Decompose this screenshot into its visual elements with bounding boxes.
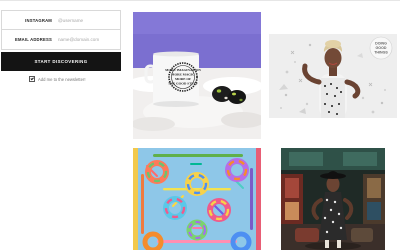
instagram-field[interactable]: INSTAGRAM bbox=[1, 10, 121, 31]
badge-line-3: THINGS bbox=[374, 51, 388, 55]
email-label: EMAIL ADDRESS bbox=[14, 37, 52, 42]
start-discovering-button[interactable]: START DISCOVERING bbox=[1, 52, 121, 71]
room-image bbox=[281, 148, 385, 250]
instagram-input[interactable] bbox=[56, 11, 120, 30]
mug-print-line-2: MORE MAGIC bbox=[171, 73, 195, 77]
newsletter-label: Add me to the newsletter! bbox=[38, 76, 86, 82]
portrait-image: DOING GOOD THINGS bbox=[269, 34, 397, 118]
instagram-label: INSTAGRAM bbox=[25, 18, 52, 23]
mug-print-line-3: MORE OF bbox=[175, 77, 191, 81]
badge-line-2: GOOD bbox=[376, 46, 387, 50]
email-field[interactable]: EMAIL ADDRESS bbox=[1, 29, 121, 50]
mug-photo[interactable]: MORE IMAGINATION MORE MAGIC MORE OF THE … bbox=[133, 12, 261, 139]
badge-line-1: DOING bbox=[375, 42, 387, 46]
newsletter-checkbox[interactable] bbox=[29, 76, 35, 82]
mug-image: MORE IMAGINATION MORE MAGIC MORE OF THE … bbox=[133, 12, 261, 139]
bagels-photo[interactable] bbox=[133, 148, 261, 250]
top-divider bbox=[0, 0, 400, 1]
portrait-photo[interactable]: DOING GOOD THINGS bbox=[269, 34, 397, 118]
room-photo[interactable] bbox=[281, 148, 385, 250]
email-input[interactable] bbox=[56, 30, 120, 49]
bagels-image bbox=[133, 148, 261, 250]
mug-print-line-4: THE GOOD STUFF bbox=[168, 82, 198, 86]
mug-print-line-1: MORE IMAGINATION bbox=[165, 68, 201, 72]
newsletter-option[interactable]: Add me to the newsletter! bbox=[29, 76, 85, 82]
